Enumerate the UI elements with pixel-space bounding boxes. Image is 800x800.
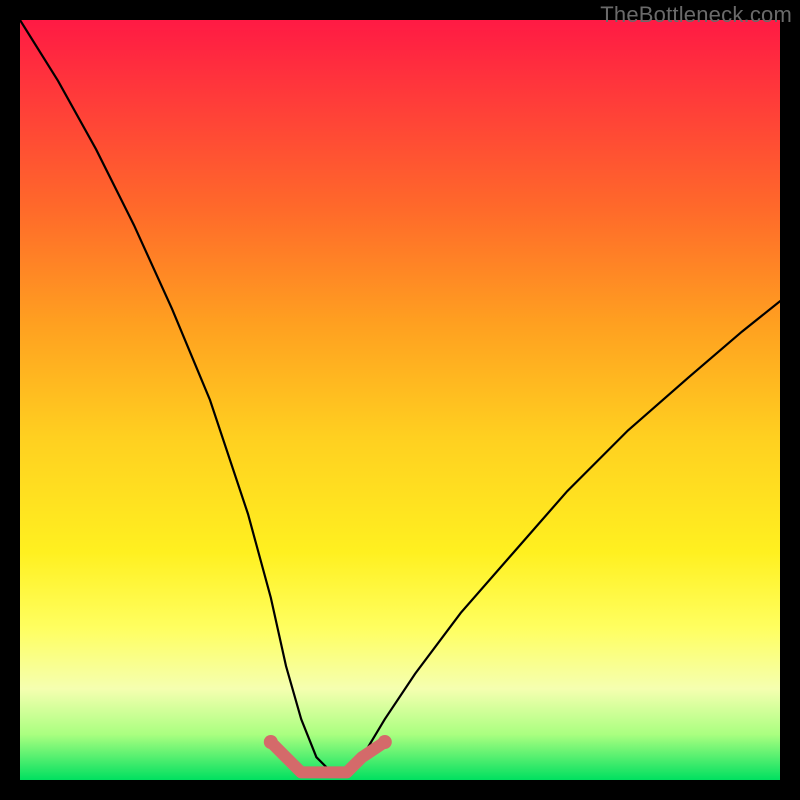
chart-frame: TheBottleneck.com bbox=[0, 0, 800, 800]
tolerance-band bbox=[271, 742, 385, 772]
watermark-text: TheBottleneck.com bbox=[600, 2, 792, 28]
bottleneck-curve bbox=[20, 20, 780, 772]
curve-svg bbox=[20, 20, 780, 780]
plot-area bbox=[20, 20, 780, 780]
tolerance-band-dots bbox=[264, 735, 392, 749]
tolerance-band-endpoint bbox=[378, 735, 392, 749]
tolerance-band-endpoint bbox=[264, 735, 278, 749]
